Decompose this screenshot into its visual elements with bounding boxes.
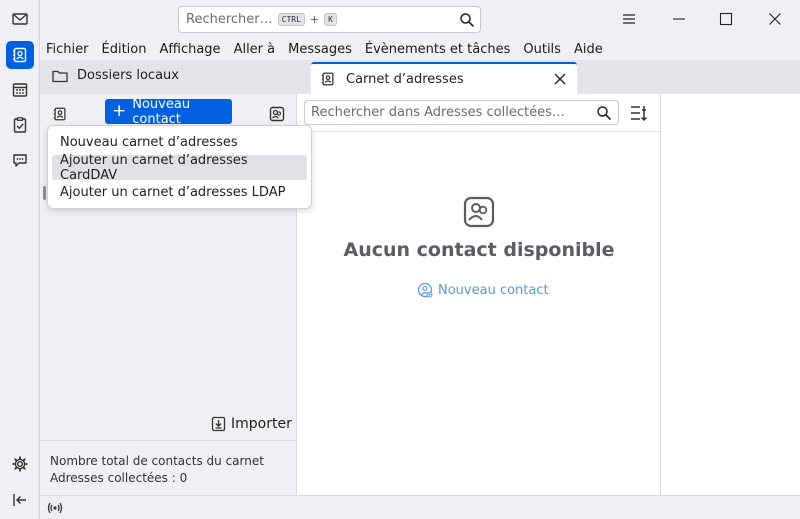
plus-icon: + [112,101,127,121]
contacts-search-input[interactable]: Rechercher dans Adresses collectées… [304,100,619,125]
add-contact-icon [417,282,433,298]
calendar-space-button[interactable] [6,76,34,104]
minimize-button[interactable] [664,5,694,33]
contacts-total-label: Nombre total de contacts du carnet [50,454,264,468]
app-menu-button[interactable] [614,5,644,33]
tasks-space-button[interactable] [6,111,34,139]
new-address-book-button[interactable] [48,102,72,126]
tab-address-book-label: Carnet d’adresses [346,71,464,87]
contacts-search-placeholder: Rechercher dans Adresses collectées… [311,105,565,120]
contacts-empty-icon [463,196,495,228]
chat-space-button[interactable] [6,146,34,174]
new-contact-label: Nouveau contact [132,96,191,127]
menu-item-new-address-book[interactable]: Nouveau carnet d’adresses [52,130,307,155]
folder-icon [52,70,68,82]
contact-list-add-icon [269,106,285,122]
books-footer: Nombre total de contacts du carnet Adres… [40,440,297,495]
maximize-icon [719,12,733,26]
close-icon [769,13,781,25]
empty-new-contact-link[interactable]: Nouveau contact [417,282,549,298]
empty-new-contact-label: Nouveau contact [438,282,549,298]
tab-local-folders[interactable]: Dossiers locaux [52,68,179,83]
mail-icon [12,13,28,25]
new-list-button[interactable] [265,102,289,126]
empty-state-title: Aucun contact disponible [343,239,615,261]
collected-addresses-count: Adresses collectées : 0 [50,471,188,485]
minimize-icon [673,18,685,20]
search-icon[interactable] [459,12,475,28]
tasks-icon [13,117,27,133]
close-icon[interactable] [553,72,567,86]
online-status-icon[interactable] [47,500,63,516]
menu-edition[interactable]: Édition [102,42,147,57]
import-label: Importer [231,416,292,432]
addressbook-add-icon [53,107,66,121]
close-window-button[interactable] [760,5,790,33]
chat-icon [13,154,27,167]
menu-evenements[interactable]: Évènements et tâches [365,42,511,57]
status-bar [40,495,800,519]
global-search-placeholder: Rechercher… [186,12,273,27]
contact-details-pane [661,94,800,495]
global-search-box[interactable]: Rechercher… CTRL + K [178,6,481,33]
list-header-divider [297,131,661,132]
hamburger-menu-icon [623,14,635,24]
spaces-toolbar [0,0,40,519]
collapse-spaces-button[interactable] [6,486,34,514]
menu-messages[interactable]: Messages [288,42,352,57]
shortcut-plus: + [309,13,320,26]
tab-bar: Dossiers locaux Carnet d’adresses [40,60,800,94]
pane-splitter-grip[interactable] [43,186,46,200]
import-icon [211,416,226,432]
menubar: Fichier Édition Affichage Aller à Messag… [40,38,800,60]
menu-item-add-ldap[interactable]: Ajouter un carnet d’adresses LDAP [52,180,307,205]
shortcut-key-k: K [324,13,337,26]
shortcut-key-ctrl: CTRL [277,13,305,26]
new-address-book-menu: Nouveau carnet d’adresses Ajouter un car… [47,125,312,209]
mail-space-button[interactable] [6,5,34,33]
menu-affichage[interactable]: Affichage [159,42,220,57]
collapse-left-icon [13,494,26,506]
tab-local-folders-label: Dossiers locaux [77,68,179,83]
maximize-button[interactable] [711,5,741,33]
menu-item-add-carddav[interactable]: Ajouter un carnet d’adresses CardDAV [52,153,307,183]
gear-icon [12,456,28,472]
addressbook-icon [321,72,334,86]
search-icon[interactable] [596,105,612,121]
menu-outils[interactable]: Outils [523,42,561,57]
import-button[interactable]: Importer [211,416,292,432]
settings-space-button[interactable] [6,450,34,478]
addressbook-icon [13,47,27,63]
menu-aller[interactable]: Aller à [234,42,276,57]
list-display-options-icon[interactable] [628,102,650,124]
calendar-icon [12,83,28,97]
tab-address-book[interactable]: Carnet d’adresses [311,62,577,94]
new-contact-button[interactable]: + Nouveau contact [105,96,232,127]
menu-aide[interactable]: Aide [574,42,603,57]
addressbook-space-button[interactable] [6,41,34,69]
menu-fichier[interactable]: Fichier [46,42,89,57]
contacts-list-pane: Rechercher dans Adresses collectées… Auc… [297,94,661,495]
